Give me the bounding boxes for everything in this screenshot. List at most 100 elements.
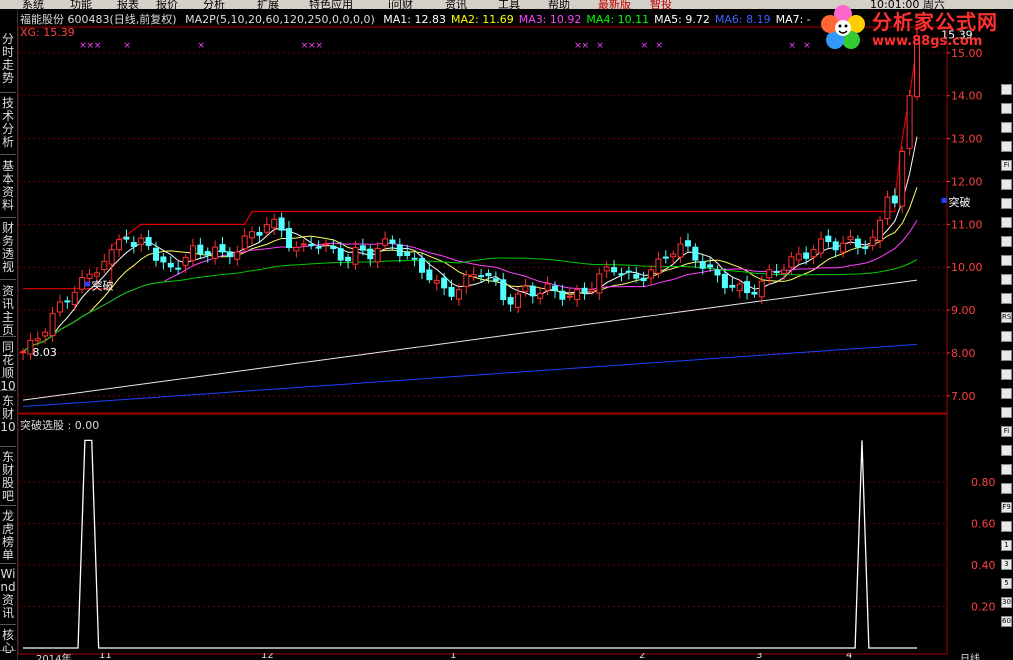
price-tick-label: 9.00 bbox=[951, 304, 976, 317]
candle-body bbox=[640, 277, 647, 282]
nav-tab-zixun[interactable]: 资讯主页 bbox=[0, 283, 16, 337]
toolbar-button-25-icon[interactable]: 3 bbox=[1001, 559, 1012, 570]
candle-body bbox=[684, 240, 691, 247]
toolbar-button-28-icon[interactable]: 60 bbox=[1001, 616, 1012, 627]
candle-body bbox=[736, 283, 743, 292]
candle-body bbox=[751, 291, 758, 295]
candle-body bbox=[581, 287, 588, 294]
menu-item-3[interactable]: 报价 bbox=[156, 0, 178, 9]
toolbar-button-6-icon[interactable] bbox=[1001, 198, 1012, 209]
right-toolbar: Fi RS Fi F9 1 3 5 30 60 bbox=[1000, 80, 1013, 660]
toolbar-button-10-icon[interactable] bbox=[1001, 274, 1012, 285]
toolbar-button-18-icon[interactable]: Fi bbox=[1001, 426, 1012, 437]
menu-item-6[interactable]: 特色应用 bbox=[309, 0, 353, 9]
candle-body bbox=[219, 244, 226, 253]
indicator-tick-label: 0.40 bbox=[971, 559, 996, 572]
candle-body bbox=[130, 242, 137, 247]
menu-item-7[interactable]: i问财 bbox=[388, 0, 413, 9]
nav-tab-label: 龙虎榜单 bbox=[1, 509, 14, 562]
candle-body bbox=[433, 279, 440, 284]
candle-body bbox=[662, 256, 669, 259]
toolbar-button-17-icon[interactable] bbox=[1001, 407, 1012, 418]
candle-body bbox=[847, 236, 854, 241]
candle-body bbox=[677, 243, 684, 258]
candle-body bbox=[500, 279, 507, 300]
toolbar-button-0-icon[interactable] bbox=[1001, 84, 1012, 95]
menu-item-11[interactable]: 最新版 bbox=[598, 0, 631, 9]
nav-tab-label: 分时走势 bbox=[1, 32, 14, 85]
candle-body bbox=[559, 290, 566, 300]
nav-tab-tonghuashun[interactable]: 同花顺10 bbox=[0, 339, 16, 393]
logo-title: 分析家公式网 bbox=[872, 10, 998, 34]
nav-tab-caiwu[interactable]: 财务透视 bbox=[0, 220, 16, 280]
price-tick-label: 14.00 bbox=[951, 90, 983, 103]
candle-body bbox=[42, 331, 49, 337]
toolbar-button-3-icon[interactable] bbox=[1001, 141, 1012, 152]
candle-body bbox=[315, 246, 322, 249]
menu-item-10[interactable]: 帮助 bbox=[548, 0, 570, 9]
toolbar-button-20-icon[interactable] bbox=[1001, 464, 1012, 475]
xg-marker: × bbox=[197, 41, 205, 51]
menu-item-4[interactable]: 分析 bbox=[203, 0, 225, 9]
nav-tab-jiben[interactable]: 基本资料 bbox=[0, 158, 16, 218]
toolbar-button-26-icon[interactable]: 5 bbox=[1001, 578, 1012, 589]
toolbar-button-27-icon[interactable]: 30 bbox=[1001, 597, 1012, 608]
nav-tab-wind[interactable]: Wind资讯 bbox=[0, 566, 16, 625]
nav-tab-dongcai[interactable]: 东财10 bbox=[0, 393, 16, 447]
chart-canvas[interactable]: 15.0014.0013.0012.0011.0010.009.008.007.… bbox=[0, 0, 1013, 660]
candle-body bbox=[212, 246, 219, 259]
menu-item-1[interactable]: 功能 bbox=[70, 0, 92, 9]
toolbar-button-8-icon[interactable] bbox=[1001, 236, 1012, 247]
toolbar-button-7-icon[interactable] bbox=[1001, 217, 1012, 228]
menu-item-2[interactable]: 报表 bbox=[117, 0, 139, 9]
period-label: 日线 bbox=[960, 654, 980, 660]
candle-body bbox=[537, 293, 544, 299]
nav-tab-label: 财务透视 bbox=[1, 221, 14, 274]
stock-title[interactable]: 福能股份 600483(日线,前复权) bbox=[20, 13, 177, 25]
nav-tab-fenshi[interactable]: 分时走势 bbox=[0, 31, 16, 93]
candle-body bbox=[249, 231, 256, 239]
candle-body bbox=[337, 248, 344, 261]
flower-logo-icon bbox=[821, 5, 865, 49]
left-nav: 分时走势技术分析基本资料财务透视资讯主页同花顺10 东财10 东财股吧龙虎榜单 Win… bbox=[0, 9, 18, 660]
toolbar-button-2-icon[interactable] bbox=[1001, 122, 1012, 133]
toolbar-button-9-icon[interactable] bbox=[1001, 255, 1012, 266]
toolbar-button-23-icon[interactable] bbox=[1001, 521, 1012, 532]
toolbar-button-16-icon[interactable] bbox=[1001, 388, 1012, 399]
nav-tab-label: Wind资讯 bbox=[0, 567, 16, 620]
xg-marker: × bbox=[655, 41, 663, 51]
nav-tab-guba[interactable]: 东财股吧 bbox=[0, 449, 16, 506]
menu-item-0[interactable]: 系统 bbox=[22, 0, 44, 9]
menu-item-8[interactable]: 资讯 bbox=[445, 0, 467, 9]
price-annotation-2: 8.03 bbox=[32, 346, 57, 359]
toolbar-button-1-icon[interactable] bbox=[1001, 103, 1012, 114]
toolbar-button-13-icon[interactable] bbox=[1001, 331, 1012, 342]
toolbar-button-14-icon[interactable] bbox=[1001, 350, 1012, 361]
nav-tab-longhu[interactable]: 龙虎榜单 bbox=[0, 508, 16, 564]
toolbar-button-11-icon[interactable] bbox=[1001, 293, 1012, 304]
toolbar-button-4-icon[interactable]: Fi bbox=[1001, 160, 1012, 171]
toolbar-button-12-icon[interactable]: RS bbox=[1001, 312, 1012, 323]
candle-body bbox=[145, 237, 152, 246]
candle-body bbox=[455, 289, 462, 300]
candle-body bbox=[404, 251, 411, 256]
candle-body bbox=[478, 275, 485, 278]
menu-item-12[interactable]: 智投 bbox=[650, 0, 672, 9]
menu-item-5[interactable]: 扩展 bbox=[257, 0, 279, 9]
menu-item-9[interactable]: 工具 bbox=[498, 0, 520, 9]
candle-body bbox=[345, 256, 352, 262]
toolbar-button-22-icon[interactable]: F9 bbox=[1001, 502, 1012, 513]
toolbar-button-19-icon[interactable] bbox=[1001, 445, 1012, 456]
nav-tab-jishu[interactable]: 技术分析 bbox=[0, 95, 16, 155]
candle-body bbox=[160, 256, 167, 263]
candle-body bbox=[278, 217, 285, 231]
candle-body bbox=[93, 272, 100, 277]
toolbar-button-21-icon[interactable] bbox=[1001, 483, 1012, 494]
candle-body bbox=[515, 293, 522, 308]
toolbar-button-5-icon[interactable] bbox=[1001, 179, 1012, 190]
candle-body bbox=[367, 248, 374, 260]
nav-tab-hexin[interactable]: 核心 bbox=[0, 627, 16, 655]
toolbar-button-15-icon[interactable] bbox=[1001, 369, 1012, 380]
date-label-4: 2 bbox=[639, 653, 646, 660]
toolbar-button-24-icon[interactable]: 1 bbox=[1001, 540, 1012, 551]
